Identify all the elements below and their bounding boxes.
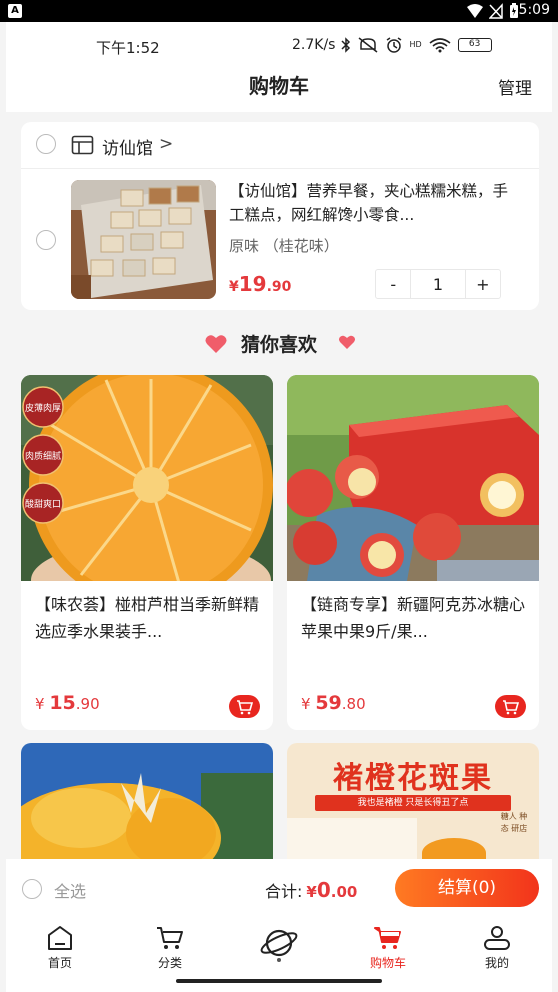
- price-decimal: .90: [266, 279, 292, 295]
- price-symbol: ¥: [301, 695, 316, 713]
- shop-icon: [71, 135, 94, 155]
- price-decimal: .00: [330, 883, 358, 901]
- planet-icon: [260, 929, 298, 962]
- system-status-bar: A 5:09: [0, 0, 558, 22]
- product-thumbnail[interactable]: [71, 180, 216, 299]
- select-all-checkbox[interactable]: [22, 879, 42, 899]
- shop-select-checkbox[interactable]: [36, 134, 56, 154]
- product-image: 皮薄肉厚 肉质细腻 酸甜爽口: [21, 375, 273, 620]
- tab-label: 分类: [157, 956, 182, 970]
- total-label: 合计:: [265, 882, 303, 901]
- recommend-card[interactable]: [21, 743, 273, 859]
- banner-subtitle: 我也是褚橙 只是长得丑了点: [315, 795, 511, 811]
- network-speed: 2.7K/s: [292, 37, 336, 53]
- wifi-icon: [467, 4, 483, 18]
- tab-profile[interactable]: 我的: [457, 925, 537, 971]
- recommend-card[interactable]: 褚橙花斑果 我也是褚橙 只是长得丑了点 糖人 种态 研店: [287, 743, 539, 859]
- price-integer: 0: [316, 878, 331, 902]
- price-integer: 19: [238, 272, 267, 296]
- price-integer: 59: [315, 692, 342, 714]
- app-badge-icon: A: [8, 4, 22, 18]
- select-all-label[interactable]: 全选: [54, 878, 86, 902]
- tab-label: 首页: [47, 956, 72, 970]
- heart-small-icon: [339, 335, 355, 349]
- cart-icon: [503, 700, 520, 715]
- shop-name-link[interactable]: 访仙馆 >: [102, 134, 173, 159]
- recommend-card[interactable]: 【链商专享】新疆阿克苏冰糖心苹果中果9斤/果... ¥ 59.80: [287, 375, 539, 730]
- quantity-stepper: - 1 +: [375, 269, 501, 299]
- total-price: ¥0.00: [306, 878, 357, 902]
- price-symbol: ¥: [229, 279, 239, 295]
- cart-icon: [237, 700, 254, 715]
- badge-text: 皮薄肉厚: [25, 402, 61, 414]
- banner-title: 褚橙花斑果: [333, 761, 493, 796]
- product-price: ¥19.90: [229, 272, 291, 296]
- increase-button[interactable]: +: [464, 270, 500, 298]
- home-icon: [48, 926, 72, 950]
- tab-label: 我的: [484, 956, 509, 970]
- recommend-title: 猜你喜欢: [240, 334, 317, 356]
- home-indicator[interactable]: [176, 979, 382, 983]
- add-to-cart-button[interactable]: [495, 695, 526, 718]
- product-box: [287, 818, 417, 859]
- product-title: 【味农荟】椪柑芦柑当季新鲜精选应季水果装手...: [35, 595, 260, 641]
- item-select-checkbox[interactable]: [36, 230, 56, 250]
- price-symbol: ¥: [35, 695, 50, 713]
- badge-text: 酸甜爽口: [25, 498, 61, 510]
- tab-discover[interactable]: [239, 927, 319, 966]
- product-image: [21, 743, 273, 859]
- tab-home[interactable]: 首页: [20, 925, 100, 971]
- divider: [21, 168, 539, 169]
- product-price: ¥ 59.80: [301, 692, 366, 714]
- orange-image: [422, 838, 486, 859]
- product-title[interactable]: 【访仙馆】营养早餐，夹心糕糯米糕，手工糕点，网红解馋小零食...: [229, 179, 519, 227]
- decrease-button[interactable]: -: [376, 270, 412, 298]
- price-decimal: .80: [341, 695, 366, 713]
- signal-icon: [489, 3, 503, 19]
- tab-cart[interactable]: 购物车: [348, 925, 428, 971]
- price-symbol: ¥: [306, 883, 317, 901]
- badge-text: 肉质细腻: [25, 450, 61, 462]
- tab-category[interactable]: 分类: [130, 925, 210, 971]
- chevron-right-icon: >: [159, 134, 174, 154]
- add-to-cart-button[interactable]: [229, 695, 260, 718]
- shop-name: 访仙馆: [102, 139, 153, 159]
- user-icon: [484, 926, 510, 950]
- box-label: 糖人 种态 研店: [500, 812, 528, 833]
- bluetooth-icon: [341, 37, 351, 53]
- product-title: 【链商专享】新疆阿克苏冰糖心苹果中果9斤/果...: [301, 595, 526, 641]
- wifi-status-icon: [429, 38, 451, 53]
- mute-icon: [359, 37, 378, 53]
- status-time: 下午1:52: [96, 39, 160, 57]
- hd-label: HD: [409, 40, 422, 49]
- cart-outline-icon: [157, 927, 183, 949]
- product-price: ¥ 15.90: [35, 692, 100, 714]
- price-decimal: .90: [75, 695, 100, 713]
- battery-status: 63: [457, 38, 492, 52]
- tab-label: 购物车: [369, 956, 406, 970]
- product-image: [287, 375, 539, 581]
- page-title: 购物车: [249, 74, 309, 98]
- price-integer: 15: [49, 692, 76, 714]
- alarm-icon: [387, 37, 402, 53]
- checkout-button[interactable]: 结算(0): [395, 869, 539, 907]
- manage-button[interactable]: 管理: [498, 74, 532, 99]
- system-time: 5:09: [518, 2, 550, 18]
- battery-icon: [510, 3, 518, 18]
- product-spec[interactable]: 原味 （桂花味）: [229, 235, 339, 256]
- quantity-value[interactable]: 1: [411, 270, 464, 298]
- status-indicators: 2.7K/s HD 63: [292, 37, 492, 53]
- total-amount: 合计: ¥0.00: [265, 878, 357, 902]
- cart-icon: [374, 927, 401, 949]
- recommend-card[interactable]: 皮薄肉厚 肉质细腻 酸甜爽口 【味农荟】椪柑芦柑当季新鲜精选应季水果装手... …: [21, 375, 273, 730]
